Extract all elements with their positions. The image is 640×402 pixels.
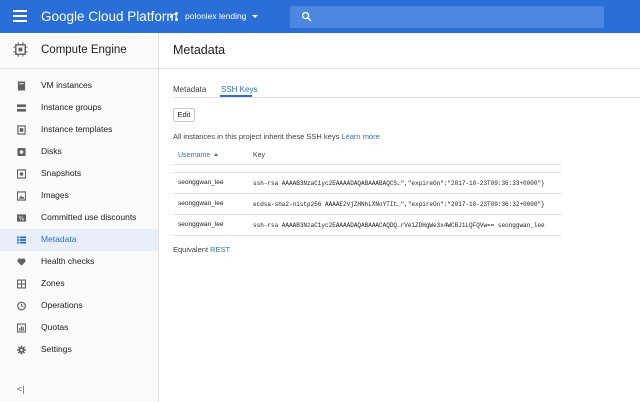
project-selector[interactable]: poloniex lending <box>170 11 259 21</box>
learn-more-link[interactable]: Learn more <box>341 132 379 141</box>
collapse-sidebar-button[interactable]: <| <box>17 384 25 394</box>
instance-templates-icon <box>17 125 26 135</box>
percent-icon: % <box>17 214 26 222</box>
sidebar-item-quotas[interactable]: Quotas <box>0 317 158 339</box>
sidebar-item-label: Instance groups <box>41 102 102 112</box>
info-message: All instances in this project inherit th… <box>173 132 340 141</box>
metadata-list-icon <box>17 236 26 244</box>
key-cell: ssh-rsa AAAAB3NzaC1yc2EAAAADAQABAAACAQDQ… <box>253 222 545 229</box>
info-text: All instances in this project inherit th… <box>173 132 380 141</box>
username-cell: seonggwan_lee <box>178 200 224 207</box>
sidebar-item-label: Committed use discounts <box>41 212 137 222</box>
username-cell: seonggwan_lee <box>178 221 224 228</box>
username-header-label: Username <box>178 152 211 159</box>
rest-link[interactable]: REST <box>210 245 230 254</box>
username-column-header[interactable]: Username <box>178 152 219 159</box>
main-content: Metadata Metadata SSH Keys Edit All inst… <box>159 33 640 402</box>
chip-icon <box>13 42 28 57</box>
sidebar: Compute Engine VM instances Instance gro… <box>0 33 159 402</box>
sidebar-item-snapshots[interactable]: Snapshots <box>0 163 158 185</box>
key-column-header: Key <box>253 152 266 159</box>
hamburger-menu-icon[interactable] <box>13 10 27 22</box>
sidebar-item-images[interactable]: Images <box>0 185 158 207</box>
gear-icon <box>17 345 26 355</box>
vm-instances-icon <box>17 81 26 91</box>
sidebar-item-label: Health checks <box>41 256 95 266</box>
health-checks-icon <box>17 258 26 266</box>
search-icon <box>301 11 312 22</box>
instance-groups-icon <box>17 104 26 112</box>
sidebar-item-label: Snapshots <box>41 168 82 178</box>
table-row: seonggwan_lee ssh-rsa AAAAB3NzaC1yc2EAAA… <box>173 173 561 194</box>
project-dots-icon <box>170 11 180 21</box>
sidebar-nav: VM instances Instance groups Instance te… <box>0 75 158 361</box>
key-cell: ssh-rsa AAAAB3NzaC1yc2EAAAADAQABAAABAQCS… <box>253 180 545 187</box>
sidebar-item-label: Zones <box>41 278 65 288</box>
username-cell: seonggwan_lee <box>178 179 224 186</box>
page-header: Metadata <box>159 33 640 69</box>
svg-text:%: % <box>19 216 25 222</box>
tab-metadata[interactable]: Metadata <box>173 85 206 94</box>
sidebar-item-metadata[interactable]: Metadata <box>0 229 158 251</box>
table-spacer <box>173 165 561 173</box>
images-icon <box>17 191 26 201</box>
equivalent-rest: Equivalent REST <box>173 245 230 254</box>
disks-icon <box>17 147 26 157</box>
sidebar-item-label: Quotas <box>41 322 69 332</box>
page-title: Metadata <box>173 43 226 57</box>
sidebar-item-label: Disks <box>41 146 62 156</box>
product-header: Compute Engine <box>0 33 158 69</box>
sidebar-item-label: Operations <box>41 300 83 310</box>
ssh-keys-table: Username Key seonggwan_lee ssh-rsa AAAAB… <box>173 149 561 236</box>
sidebar-item-instance-groups[interactable]: Instance groups <box>0 97 158 119</box>
sidebar-item-instance-templates[interactable]: Instance templates <box>0 119 158 141</box>
sidebar-item-vm-instances[interactable]: VM instances <box>0 75 158 97</box>
sidebar-item-committed-use-discounts[interactable]: % Committed use discounts <box>0 207 158 229</box>
sidebar-item-health-checks[interactable]: Health checks <box>0 251 158 273</box>
sidebar-item-settings[interactable]: Settings <box>0 339 158 361</box>
sidebar-item-disks[interactable]: Disks <box>0 141 158 163</box>
sidebar-item-operations[interactable]: Operations <box>0 295 158 317</box>
sort-ascending-icon <box>214 153 219 156</box>
quotas-icon <box>17 323 26 333</box>
sidebar-item-label: VM instances <box>41 80 93 90</box>
top-app-bar: Google Cloud Platform poloniex lending <box>0 0 640 33</box>
table-header: Username Key <box>173 149 561 165</box>
table-row: seonggwan_lee ecdsa-sha2-nistp256 AAAAE2… <box>173 194 561 215</box>
search-bar[interactable] <box>290 6 604 28</box>
product-name: Compute Engine <box>41 44 127 56</box>
sidebar-item-label: Settings <box>41 344 72 354</box>
equivalent-label: Equivalent <box>173 245 209 254</box>
sidebar-item-label: Instance templates <box>41 124 113 134</box>
edit-button[interactable]: Edit <box>173 108 195 122</box>
brand-title[interactable]: Google Cloud Platform <box>41 9 178 24</box>
tab-divider <box>173 97 640 98</box>
key-cell: ecdsa-sha2-nistp256 AAAAE2VjZHNhLXNoYTIt… <box>253 201 545 208</box>
sidebar-item-label: Metadata <box>41 234 77 244</box>
sidebar-item-zones[interactable]: Zones <box>0 273 158 295</box>
table-row: seonggwan_lee ssh-rsa AAAAB3NzaC1yc2EAAA… <box>173 215 561 236</box>
project-name: poloniex lending <box>185 11 247 21</box>
zones-grid-icon <box>17 279 26 289</box>
tab-ssh-keys[interactable]: SSH Keys <box>221 85 257 94</box>
snapshots-icon <box>17 169 26 179</box>
chevron-down-icon <box>252 14 259 18</box>
sidebar-item-label: Images <box>41 190 69 200</box>
clock-icon <box>17 301 26 311</box>
